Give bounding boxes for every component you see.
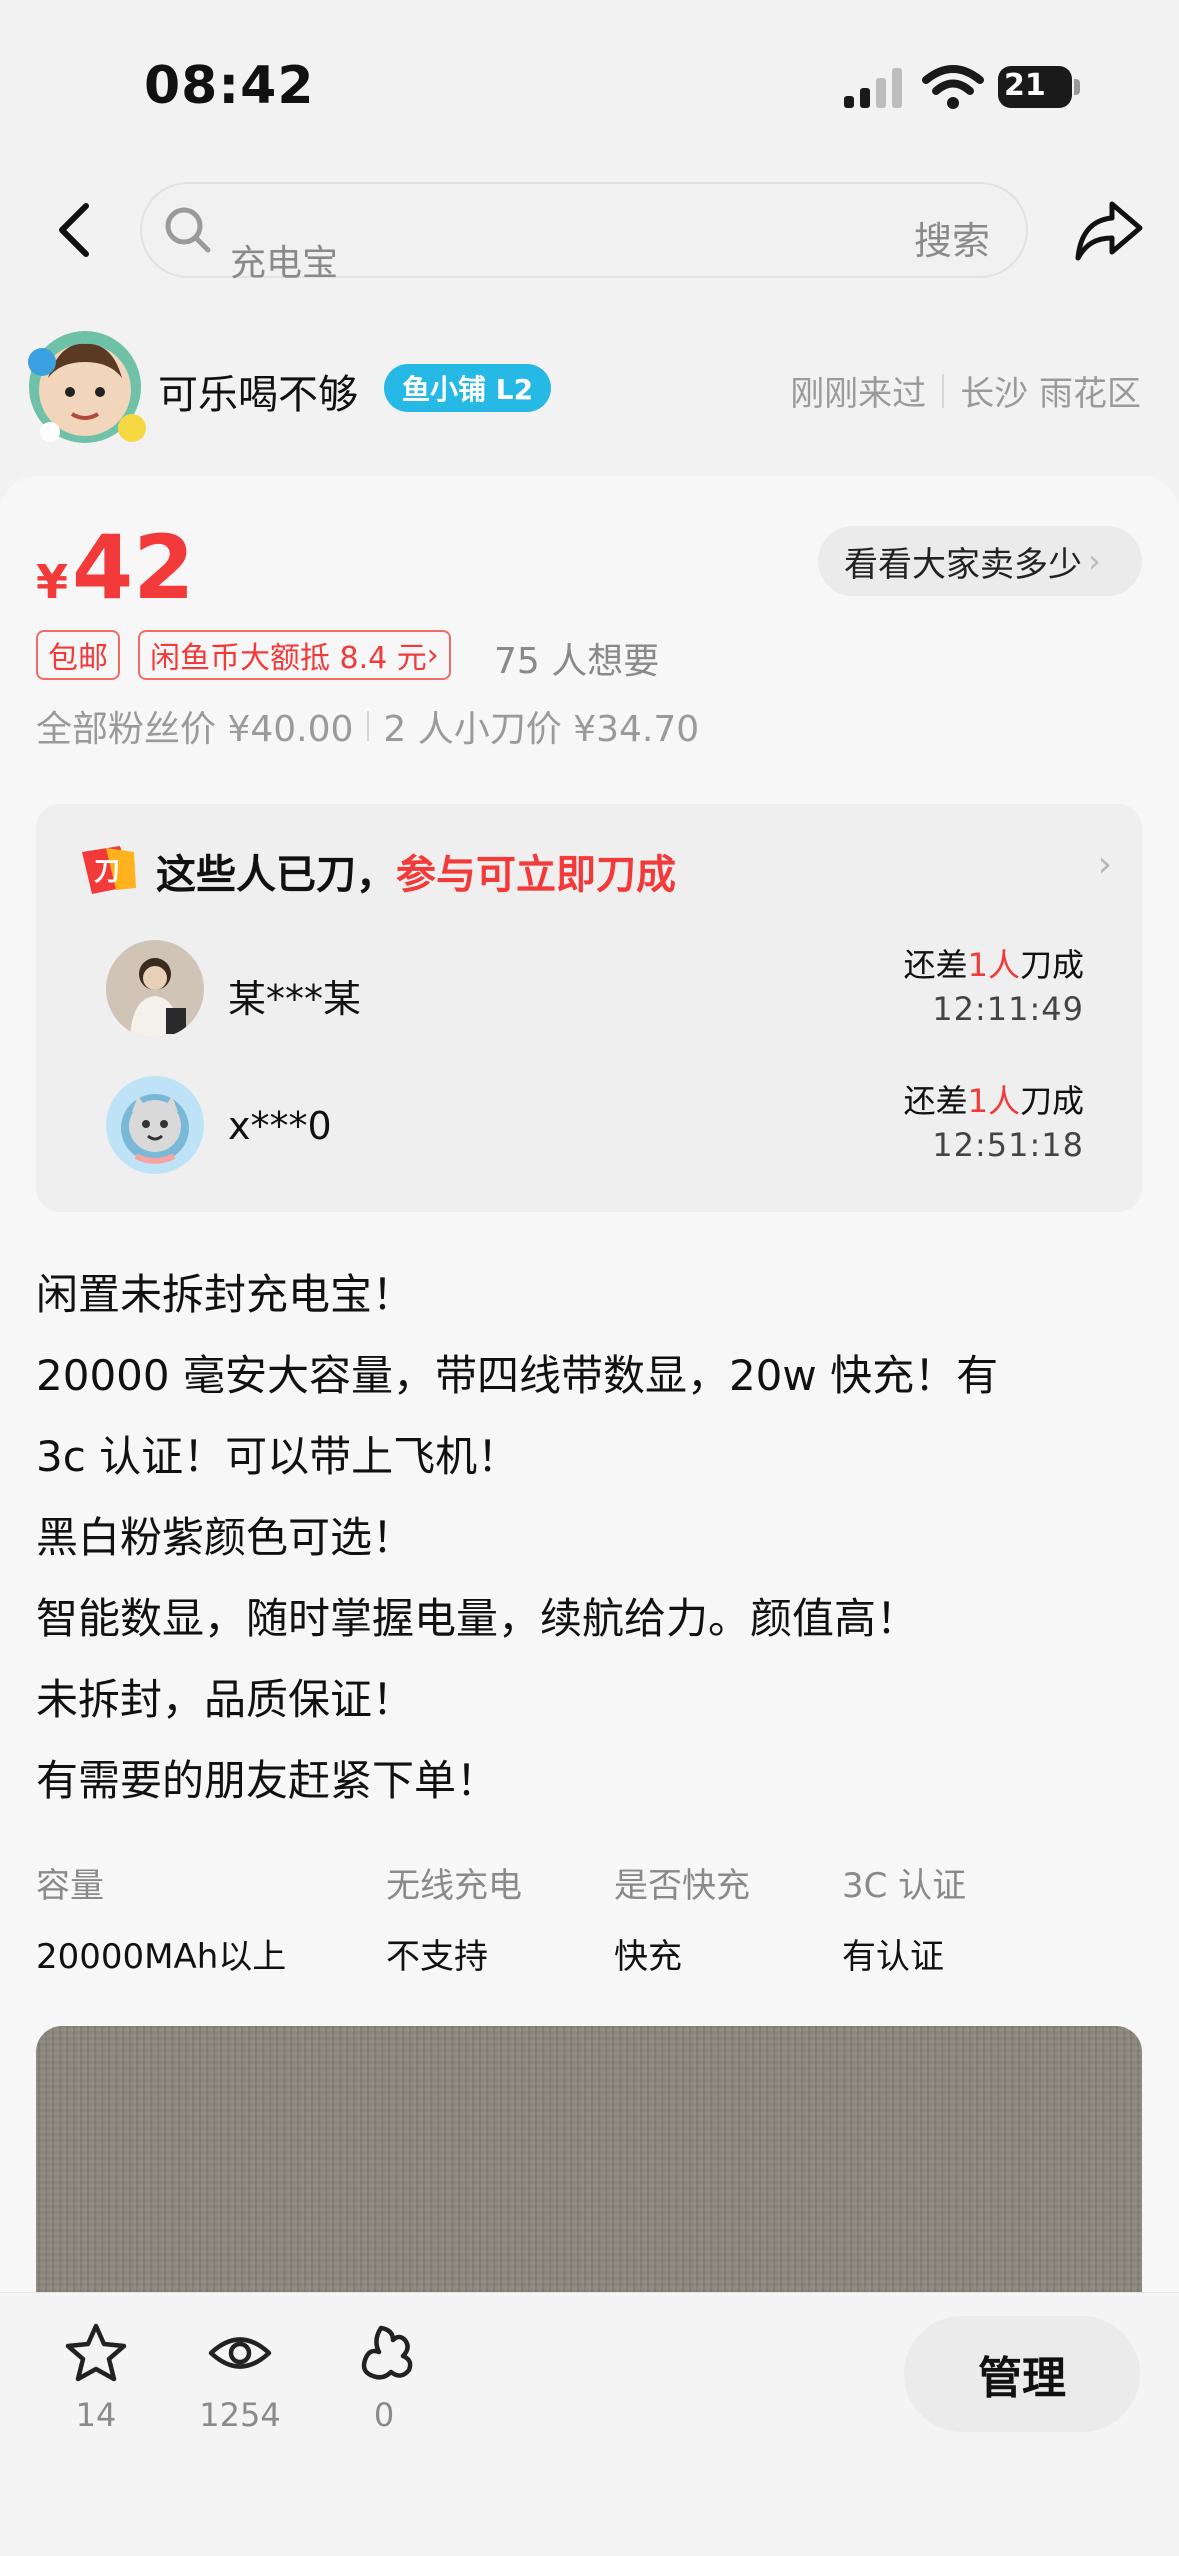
spec-value: 快充: [614, 1937, 682, 1977]
description-line: 未拆封，品质保证！: [36, 1675, 415, 1724]
manage-button[interactable]: 管理: [904, 2316, 1140, 2432]
divider: [942, 373, 945, 408]
compare-prices-button[interactable]: 看看大家卖多少 ›: [818, 526, 1142, 596]
search-button[interactable]: 搜索: [914, 210, 990, 265]
last-visit-text: 刚刚来过: [790, 374, 927, 414]
description-line: 3c 认证！可以带上飞机！: [36, 1432, 520, 1481]
spec-value: 有认证: [842, 1937, 944, 1977]
chevron-left-icon: [59, 203, 89, 257]
bargain-entry[interactable]: 某***某 还差1人刀成 12:11:49: [72, 940, 1112, 1040]
bargain-time: 12:11:49: [932, 990, 1084, 1028]
item-description: 闲置未拆封充电宝！ 20000 毫安大容量，带四线带数显，20w 快充！有 3c…: [36, 1254, 1146, 1821]
spec-value: 20000MAh以上: [36, 1937, 287, 1977]
description-line: 智能数显，随时掌握电量，续航给力。颜值高！: [36, 1594, 919, 1643]
battery-icon: 21: [998, 66, 1080, 108]
fan-price-row: 全部粉丝价 ¥40.00 2 人小刀价 ¥34.70: [36, 700, 699, 752]
description-line: 黑白粉紫颜色可选！: [36, 1513, 415, 1562]
spec-fast-charge: 是否快充 快充: [614, 1858, 750, 1978]
location-text: 长沙 雨花区: [960, 374, 1141, 414]
want-count: 75 人想要: [494, 641, 660, 682]
bargain-need: 还差1人刀成: [903, 1082, 1084, 1120]
seller-avatar[interactable]: [20, 322, 150, 452]
spec-label: 3C 认证: [842, 1866, 967, 1906]
view-count: 1254: [199, 2396, 281, 2434]
description-line: 闲置未拆封充电宝！: [36, 1270, 415, 1319]
search-bar[interactable]: 充电宝 搜索: [140, 182, 1028, 284]
bargain-title-highlight: 参与可立即刀成: [396, 852, 676, 898]
bargain-time: 12:51:18: [932, 1126, 1084, 1164]
spec-label: 无线充电: [386, 1866, 522, 1906]
spec-value: 不支持: [386, 1937, 488, 1977]
chevron-right-icon: ›: [426, 637, 439, 673]
price: ¥ 42: [36, 520, 194, 616]
spec-capacity: 容量 20000MAh以上: [36, 1858, 286, 1978]
status-time: 08:42: [144, 56, 315, 116]
status-bar: 08:42 21: [0, 0, 1179, 170]
bargain-title: 这些人已刀，参与可立即刀成: [156, 842, 676, 900]
back-button[interactable]: [44, 192, 104, 268]
like-icon: [361, 2325, 413, 2380]
spec-label: 是否快充: [614, 1866, 750, 1906]
bargainer-avatar: [106, 940, 204, 1038]
description-line: 有需要的朋友赶紧下单！: [36, 1756, 499, 1805]
cellular-signal-icon: [844, 68, 902, 108]
description-line: 20000 毫安大容量，带四线带数显，20w 快充！有: [36, 1351, 999, 1400]
seller-name[interactable]: 可乐喝不够: [158, 362, 358, 420]
price-amount: 42: [72, 516, 195, 619]
compare-prices-label: 看看大家卖多少: [844, 544, 1082, 585]
coin-discount-tag[interactable]: 闲鱼币大额抵 8.4 元 ›: [138, 630, 451, 680]
like-count: 0: [373, 2396, 395, 2434]
bargain-entry[interactable]: x***0 还差1人刀成 12:51:18: [72, 1076, 1112, 1176]
chevron-right-icon: ›: [1088, 542, 1101, 580]
spec-wireless: 无线充电 不支持: [386, 1858, 522, 1978]
search-query[interactable]: 充电宝: [230, 234, 338, 286]
currency-symbol: ¥: [36, 555, 69, 609]
spec-3c: 3C 认证 有认证: [842, 1858, 966, 1978]
free-shipping-tag: 包邮: [36, 630, 120, 680]
seller-meta: 刚刚来过 长沙 雨花区: [790, 366, 1141, 415]
chevron-right-icon[interactable]: ›: [1098, 844, 1112, 885]
svg-text:刀: 刀: [94, 857, 120, 887]
share-button[interactable]: [1072, 194, 1146, 268]
bargainer-name: x***0: [228, 1104, 332, 1148]
views-indicator: 1254: [190, 2322, 290, 2434]
search-icon: [165, 207, 211, 253]
favorite-button[interactable]: 14: [46, 2322, 146, 2434]
knife-badge-icon: 刀: [82, 846, 136, 894]
eye-icon: [208, 2337, 272, 2369]
share-icon: [1075, 201, 1143, 261]
favorite-count: 14: [75, 2396, 117, 2434]
group-price: 2 人小刀价 ¥34.70: [383, 709, 700, 750]
wifi-icon: [922, 65, 984, 109]
coin-discount-label: 闲鱼币大额抵 8.4 元: [150, 641, 427, 676]
bargain-need: 还差1人刀成: [903, 946, 1084, 984]
star-icon: [65, 2323, 127, 2382]
spec-label: 容量: [36, 1866, 104, 1906]
bargainer-name: 某***某: [228, 977, 362, 1021]
fan-price: 全部粉丝价 ¥40.00: [36, 709, 354, 750]
bargain-title-prefix: 这些人已刀，: [156, 852, 396, 898]
divider: [367, 711, 370, 741]
bargainer-avatar: [106, 1076, 204, 1174]
like-button[interactable]: 0: [334, 2322, 434, 2434]
bargain-panel[interactable]: 刀 这些人已刀，参与可立即刀成 › 某***某 还差1人刀成 12:11:49: [36, 804, 1142, 1212]
battery-level: 21: [1004, 68, 1046, 103]
shop-level-badge[interactable]: 鱼小铺 L2: [384, 364, 552, 412]
